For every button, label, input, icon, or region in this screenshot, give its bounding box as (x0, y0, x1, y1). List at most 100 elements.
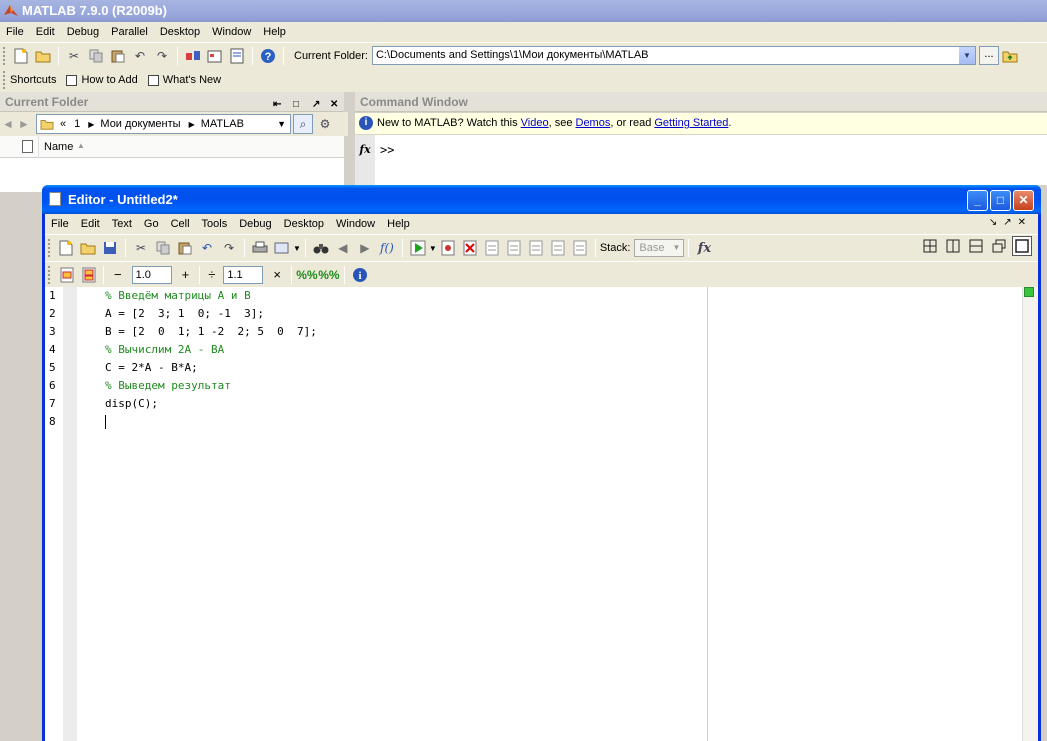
go-forward-icon[interactable]: ▶ (355, 238, 375, 258)
breakpoint-gutter[interactable] (63, 287, 77, 741)
clear-breakpoints-icon[interactable] (460, 238, 480, 258)
menu-window[interactable]: Window (206, 22, 257, 42)
code-line-comment[interactable]: % Введём матрицы A и B (77, 287, 707, 305)
profiler-icon[interactable] (227, 46, 247, 66)
gear-icon[interactable]: ⚙ (315, 114, 335, 134)
undo-icon[interactable]: ↶ (197, 238, 217, 258)
copy-icon[interactable] (86, 46, 106, 66)
function-browser-icon[interactable]: fx (694, 238, 714, 258)
minimize-button[interactable]: _ (967, 190, 988, 211)
tile-grid-icon[interactable] (920, 236, 940, 256)
command-prompt[interactable]: >> (380, 143, 394, 157)
open-folder-icon[interactable] (33, 46, 53, 66)
step-in-icon[interactable] (504, 238, 524, 258)
evaluate-cell-icon[interactable] (56, 265, 76, 285)
browse-folder-button[interactable]: ... (978, 46, 999, 65)
exit-debug-icon[interactable] (570, 238, 590, 258)
name-column-header[interactable]: Name (44, 141, 73, 153)
step-out-icon[interactable] (526, 238, 546, 258)
getting-started-link[interactable]: Getting Started (654, 117, 728, 129)
go-back-icon[interactable]: ◀ (333, 238, 353, 258)
chevron-down-icon[interactable]: ▼ (958, 47, 975, 64)
maximize-document-icon[interactable] (1012, 236, 1032, 256)
menu-debug[interactable]: Debug (61, 22, 105, 42)
evaluate-cell-advance-icon[interactable] (78, 265, 98, 285)
dock-icon[interactable]: ↘ (989, 217, 1003, 228)
new-file-icon[interactable] (11, 46, 31, 66)
function-icon[interactable]: f() (377, 238, 397, 258)
editor-menu-desktop[interactable]: Desktop (278, 214, 330, 234)
editor-menu-debug[interactable]: Debug (233, 214, 277, 234)
folder-breadcrumb[interactable]: « 1 ▶ Мои документы ▶ MATLAB ▼ (36, 114, 291, 134)
decrement-value-input[interactable]: 1.0 (131, 265, 172, 284)
publish-icon[interactable] (272, 238, 292, 258)
whats-new-shortcut[interactable]: What's New (147, 74, 221, 86)
paste-icon[interactable] (175, 238, 195, 258)
menu-edit[interactable]: Edit (30, 22, 61, 42)
editor-menu-cell[interactable]: Cell (165, 214, 196, 234)
new-file-icon[interactable] (56, 238, 76, 258)
toolbar-grip[interactable] (3, 46, 7, 65)
breadcrumb-overflow[interactable]: « (60, 118, 66, 130)
menu-help[interactable]: Help (257, 22, 292, 42)
step-icon[interactable] (482, 238, 502, 258)
code-line[interactable]: B = [2 0 1; 1 -2 2; 5 0 7]; (77, 323, 707, 341)
tile-rows-icon[interactable] (966, 236, 986, 256)
shortcuts-menu[interactable]: Shortcuts (10, 74, 56, 86)
code-text-area[interactable]: % Введём матрицы A и B A = [2 3; 1 0; -1… (77, 287, 707, 741)
menu-desktop[interactable]: Desktop (154, 22, 206, 42)
save-icon[interactable] (100, 238, 120, 258)
editor-menu-text[interactable]: Text (106, 214, 138, 234)
find-binoculars-icon[interactable] (311, 238, 331, 258)
toolbar-grip[interactable] (48, 239, 52, 257)
forward-icon[interactable]: ► (17, 114, 31, 134)
code-analyzer-status-icon[interactable] (1024, 287, 1034, 297)
vertical-scrollbar[interactable] (1022, 287, 1038, 741)
run-icon[interactable] (408, 238, 428, 258)
remove-cell-divider-icon[interactable]: %% (318, 265, 339, 285)
code-line[interactable]: disp(C); (77, 395, 707, 413)
code-line[interactable]: A = [2 3; 1 0; -1 3]; (77, 305, 707, 323)
print-icon[interactable] (250, 238, 270, 258)
multiply-button[interactable]: × (267, 267, 287, 282)
toolbar-grip[interactable] (48, 265, 52, 284)
close-button[interactable]: ✕ (1013, 190, 1034, 211)
close-document-icon[interactable]: ✕ (1018, 217, 1032, 228)
breadcrumb-item-matlab[interactable]: MATLAB (201, 118, 244, 130)
up-folder-icon[interactable] (1000, 46, 1020, 66)
cut-icon[interactable]: ✂ (64, 46, 84, 66)
float-icon[interactable] (989, 236, 1009, 256)
chevron-down-icon[interactable]: ▼ (429, 244, 437, 253)
insert-cell-divider-icon[interactable]: %% (296, 265, 317, 285)
editor-menu-file[interactable]: File (45, 214, 75, 234)
guide-icon[interactable] (205, 46, 225, 66)
help-icon[interactable]: ? (258, 46, 278, 66)
code-editor[interactable]: 1 2 3 4 5 6 7 8 % Введём матрицы A и B A… (45, 287, 1038, 741)
decrement-button[interactable]: − (108, 267, 128, 282)
cut-icon[interactable]: ✂ (131, 238, 151, 258)
continue-icon[interactable] (548, 238, 568, 258)
undo-icon[interactable]: ↶ (130, 46, 150, 66)
breadcrumb-item-1[interactable]: 1 (74, 118, 80, 130)
editor-menu-edit[interactable]: Edit (75, 214, 106, 234)
editor-menu-help[interactable]: Help (381, 214, 416, 234)
command-window-body[interactable]: fx >> (355, 135, 1047, 185)
chevron-down-icon[interactable]: ▼ (293, 244, 301, 253)
editor-title-bar[interactable]: Editor - Untitled2* _ □ ✕ (42, 185, 1041, 214)
divide-button[interactable]: ÷ (204, 267, 219, 282)
toolbar-grip[interactable] (3, 71, 7, 89)
increment-button[interactable]: + (176, 267, 196, 282)
maximize-button[interactable]: □ (990, 190, 1011, 211)
code-line[interactable]: C = 2*A - B*A; (77, 359, 707, 377)
menu-file[interactable]: File (0, 22, 30, 42)
code-line-comment[interactable]: % Выведем результат (77, 377, 707, 395)
redo-icon[interactable]: ↷ (152, 46, 172, 66)
function-browser-icon[interactable]: fx (355, 135, 375, 185)
paste-icon[interactable] (108, 46, 128, 66)
set-breakpoint-icon[interactable] (438, 238, 458, 258)
video-link[interactable]: Video (521, 117, 549, 129)
tile-columns-icon[interactable] (943, 236, 963, 256)
simulink-icon[interactable] (183, 46, 203, 66)
copy-icon[interactable] (153, 238, 173, 258)
back-icon[interactable]: ◄ (1, 114, 15, 134)
